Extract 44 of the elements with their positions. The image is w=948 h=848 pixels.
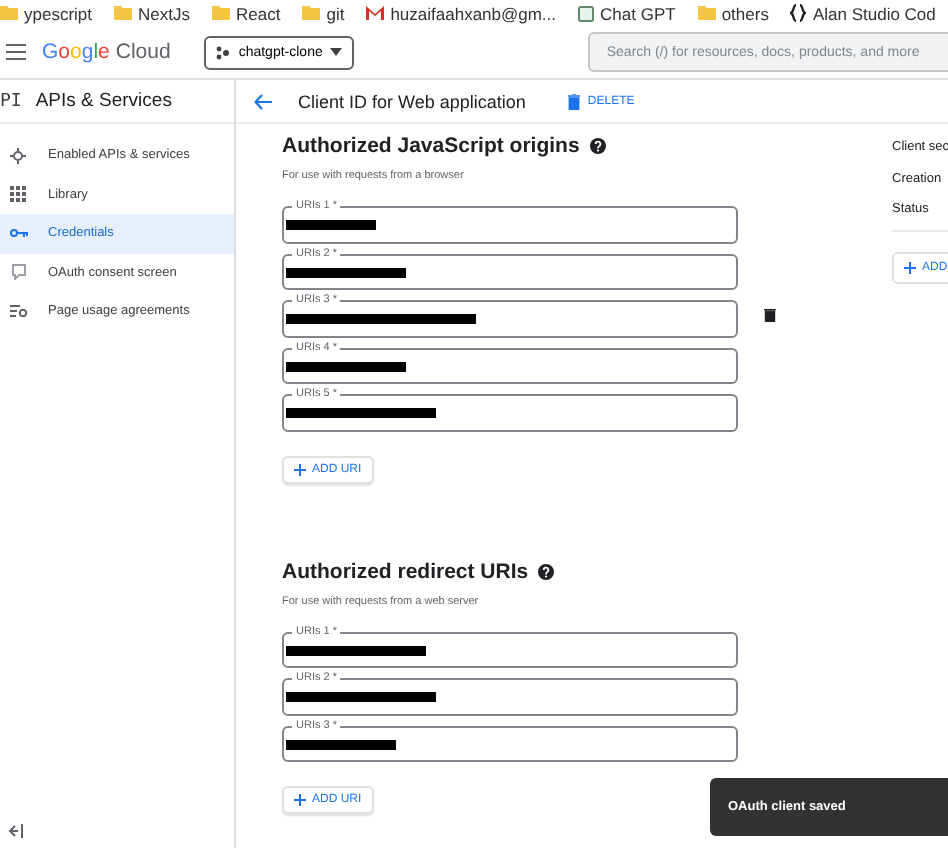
plus-icon: [294, 463, 306, 475]
section-heading: Authorized redirect URIs: [282, 559, 529, 583]
bookmark-link[interactable]: NextJs: [138, 3, 190, 23]
bookmark-link[interactable]: Chat GPT: [600, 3, 676, 23]
bookmark-link[interactable]: git: [326, 3, 345, 23]
redaction-bar: [286, 361, 406, 371]
menu-icon[interactable]: [6, 44, 26, 60]
redaction-bar: [286, 267, 406, 277]
app-icon: [578, 5, 595, 21]
dropdown-caret-icon: [330, 48, 343, 56]
grid-icon: [10, 186, 26, 203]
redaction-bar: [286, 739, 396, 749]
braces-icon: [790, 4, 807, 22]
back-arrow-icon[interactable]: [254, 93, 272, 109]
bookmark-link[interactable]: huzaifaahxanb@gm...: [390, 3, 557, 23]
folder-icon: [302, 6, 321, 20]
folder-icon: [697, 6, 716, 20]
redaction-bar: [286, 645, 426, 655]
collapse-icon[interactable]: [8, 824, 24, 838]
trash-icon: [567, 93, 580, 109]
folder-icon: [0, 6, 18, 20]
mail-icon: [366, 6, 385, 20]
settings-icon: [10, 147, 26, 164]
section-heading: Authorized JavaScript origins: [282, 134, 580, 158]
redaction-bar: [286, 220, 376, 230]
google-cloud-logo[interactable]: Google Cloud: [42, 40, 171, 64]
folder-icon: [114, 6, 133, 20]
api-logo: PI: [0, 91, 22, 111]
bookmark-link[interactable]: ypescript: [24, 3, 93, 23]
bookmark-link[interactable]: others: [721, 3, 769, 23]
project-icon: [216, 45, 231, 59]
help-icon: [589, 138, 606, 154]
plus-icon: [904, 261, 916, 273]
folder-icon: [212, 6, 230, 20]
settings-list-icon: [9, 304, 27, 319]
bookmark-link[interactable]: React: [236, 3, 281, 23]
plus-icon: [294, 794, 306, 806]
page-title: Client ID for Web application: [298, 91, 526, 111]
key-icon: [9, 228, 27, 239]
bookmark-link[interactable]: Alan Studio Cod: [812, 3, 936, 23]
consent-icon: [11, 264, 25, 281]
trash-icon[interactable]: [764, 307, 776, 322]
help-icon: [538, 563, 555, 579]
sidebar-title: APIs & Services: [35, 90, 172, 112]
